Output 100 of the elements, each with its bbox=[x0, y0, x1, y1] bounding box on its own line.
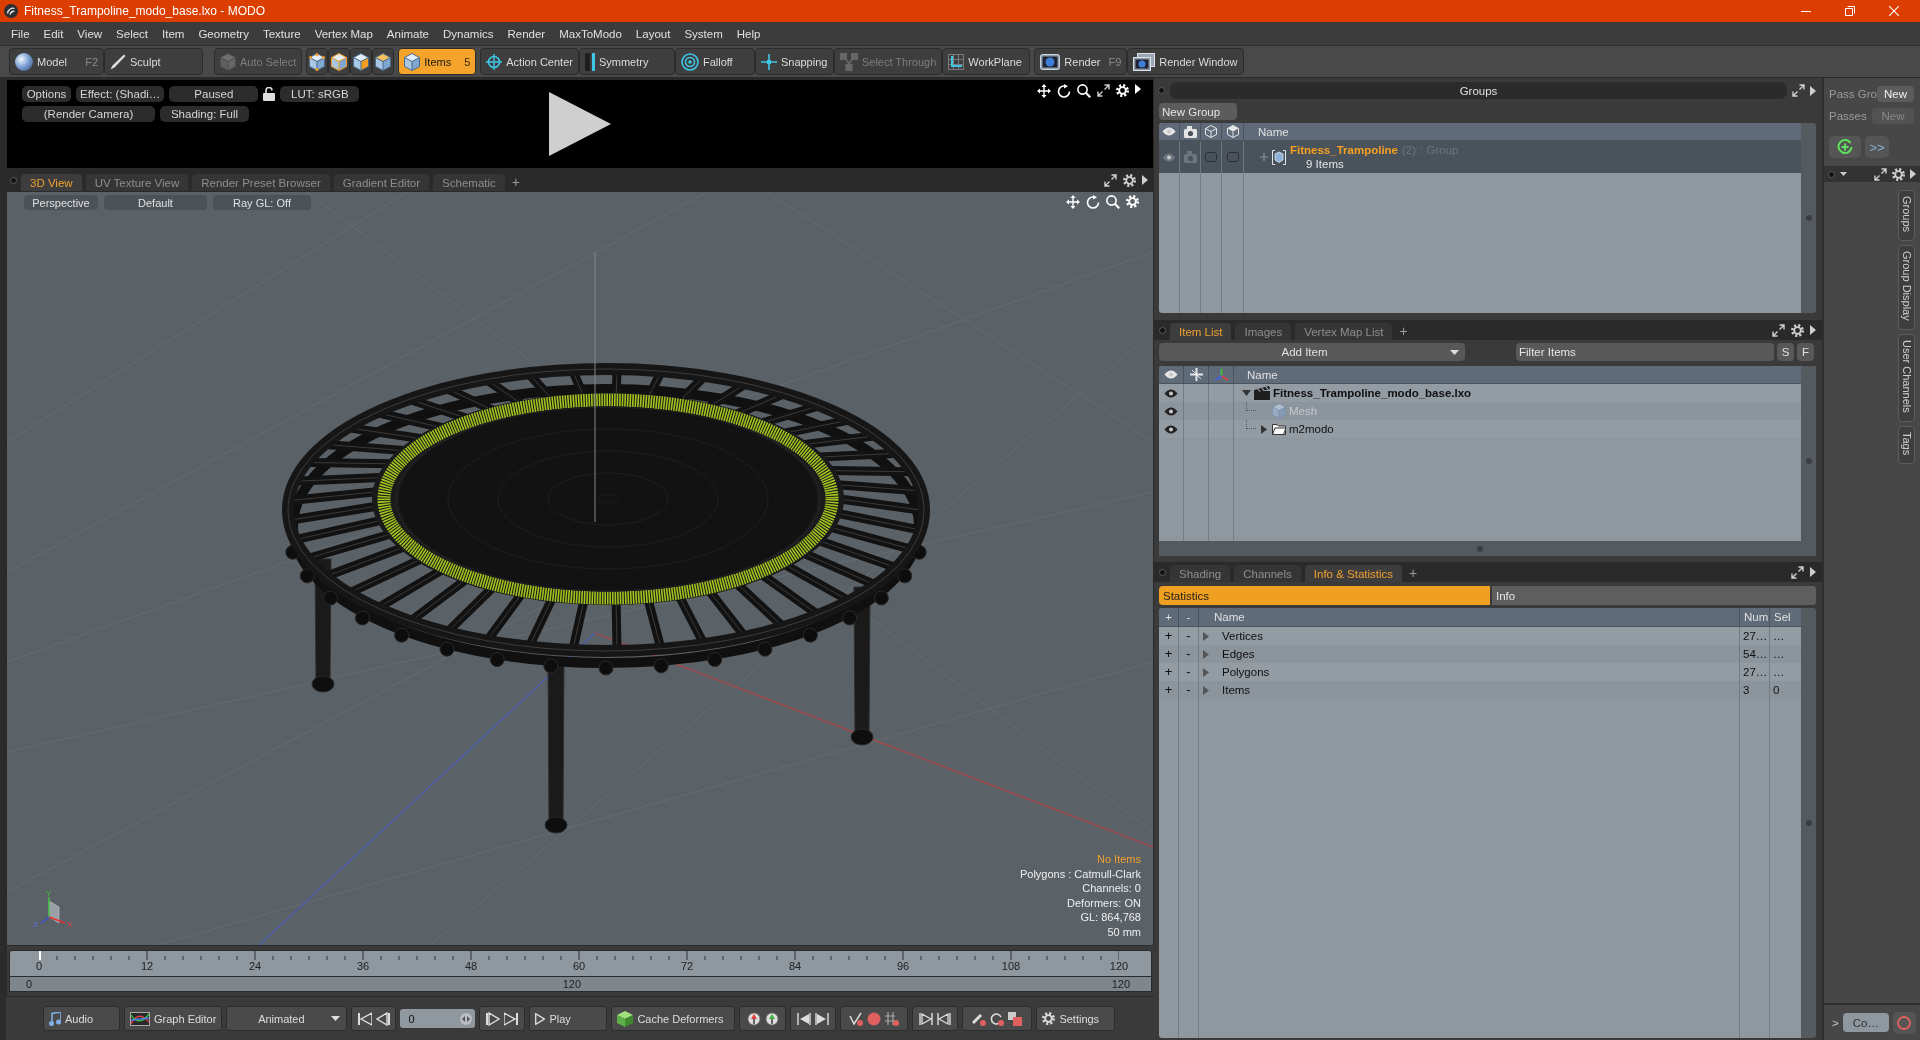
menu-item[interactable]: System bbox=[677, 27, 730, 40]
add-tab-button[interactable]: + bbox=[1406, 565, 1421, 582]
panel-tab[interactable]: Images bbox=[1235, 323, 1292, 340]
preview-button[interactable]: LUT: sRGB bbox=[280, 86, 360, 102]
column-header[interactable] bbox=[1159, 123, 1180, 141]
record-button[interactable] bbox=[1892, 1011, 1916, 1034]
restore-icon[interactable] bbox=[1845, 6, 1855, 16]
menu-item[interactable]: Geometry bbox=[191, 27, 256, 40]
dropdown-caret-icon[interactable] bbox=[1840, 172, 1847, 176]
toolbar-button[interactable]: Snapping bbox=[754, 48, 834, 75]
maximize-icon[interactable] bbox=[1792, 84, 1805, 97]
panel-tab[interactable]: Vertex Map List bbox=[1295, 323, 1393, 340]
column-header[interactable] bbox=[1222, 123, 1244, 141]
viewport-button[interactable]: Perspective bbox=[24, 195, 98, 210]
panel-dot-icon[interactable] bbox=[1159, 326, 1166, 334]
settings-button[interactable]: Settings bbox=[1036, 1006, 1116, 1031]
play-button[interactable]: Play bbox=[529, 1006, 608, 1031]
menu-item[interactable]: File bbox=[4, 27, 37, 40]
move-icon[interactable] bbox=[1066, 195, 1080, 209]
zoom-icon[interactable] bbox=[1077, 84, 1091, 98]
add-button[interactable]: + bbox=[1164, 646, 1173, 662]
panel-dot-icon[interactable] bbox=[1828, 170, 1835, 178]
menu-item[interactable]: View bbox=[70, 27, 110, 40]
panel-dot-icon[interactable] bbox=[10, 176, 17, 184]
preview-button[interactable]: Shading: Full bbox=[160, 106, 249, 122]
scroll-thumb[interactable] bbox=[1805, 215, 1812, 221]
column-header[interactable]: Name bbox=[1244, 123, 1801, 141]
menu-item[interactable]: MaxToModo bbox=[552, 27, 629, 40]
preview-button[interactable]: Paused bbox=[169, 86, 259, 102]
scrollbar[interactable] bbox=[1801, 608, 1816, 1038]
menu-item[interactable]: Layout bbox=[628, 27, 678, 40]
preview-button[interactable]: Effect: (Shadi… bbox=[76, 86, 165, 102]
spinner-icon[interactable] bbox=[460, 1012, 473, 1025]
filter-toggle-button[interactable]: S bbox=[1777, 343, 1794, 361]
caret-icon[interactable] bbox=[1810, 85, 1816, 96]
selection-mode-button[interactable] bbox=[350, 48, 373, 75]
add-button[interactable]: + bbox=[1164, 628, 1173, 644]
timeline-track[interactable] bbox=[39, 951, 1119, 960]
tree-row[interactable]: Fitness_Trampoline_modo_base.lxo bbox=[1159, 384, 1801, 402]
close-icon[interactable] bbox=[1889, 6, 1899, 16]
statistics-row[interactable]: + - Vertices 27… … bbox=[1159, 627, 1801, 645]
column-header[interactable] bbox=[1159, 366, 1184, 384]
toolbar-button[interactable]: Render F9 bbox=[1034, 48, 1128, 75]
panel-tab[interactable]: 3D View bbox=[21, 174, 82, 191]
caret-icon[interactable] bbox=[1910, 169, 1916, 179]
maximize-icon[interactable] bbox=[1097, 84, 1110, 97]
padlock-icon[interactable] bbox=[263, 87, 276, 101]
toolbar-button[interactable]: Falloff bbox=[674, 48, 755, 75]
maximize-icon[interactable] bbox=[1791, 565, 1804, 579]
toolbar-button[interactable]: Action Center bbox=[480, 48, 579, 75]
loop-icon[interactable] bbox=[990, 1011, 1005, 1026]
panel-tab[interactable]: Schematic bbox=[433, 174, 505, 191]
panel-tab[interactable]: Item List bbox=[1170, 323, 1232, 340]
toolbar-button[interactable]: Symmetry bbox=[578, 48, 675, 75]
panel-tab[interactable]: Gradient Editor bbox=[333, 174, 430, 191]
caret-icon[interactable] bbox=[1810, 325, 1816, 335]
add-tab-button[interactable]: + bbox=[508, 174, 523, 191]
add-pass-button[interactable] bbox=[1829, 136, 1861, 158]
add-tab-button[interactable]: + bbox=[1396, 323, 1411, 340]
preview-button[interactable]: (Render Camera) bbox=[22, 106, 155, 122]
remove-button[interactable]: - bbox=[1186, 646, 1191, 662]
audio-button[interactable]: Audio bbox=[43, 1006, 120, 1031]
settings-icon[interactable] bbox=[1042, 1012, 1056, 1025]
pencil-key-icon[interactable] bbox=[972, 1011, 987, 1026]
menu-item[interactable]: Vertex Map bbox=[307, 27, 380, 40]
bracket-left-icon[interactable] bbox=[919, 1011, 934, 1026]
range-bar[interactable]: 0 120 120 bbox=[9, 977, 1152, 992]
add-button[interactable]: + bbox=[1164, 682, 1173, 698]
caret-icon[interactable] bbox=[1142, 175, 1148, 185]
scrollbar[interactable] bbox=[1159, 541, 1801, 556]
move-icon[interactable] bbox=[1037, 84, 1051, 98]
menu-item[interactable]: Item bbox=[155, 27, 192, 40]
toolbar-button[interactable]: WorkPlane bbox=[942, 48, 1031, 75]
selection-mode-button[interactable] bbox=[328, 48, 351, 75]
dropdown-caret-icon[interactable] bbox=[331, 1016, 341, 1021]
sub-tab[interactable]: Statistics bbox=[1159, 586, 1492, 605]
next-key-icon[interactable] bbox=[815, 1011, 830, 1026]
toolbar-button[interactable]: Model F2 bbox=[9, 48, 104, 75]
new-group-button[interactable]: New Group bbox=[1159, 103, 1237, 120]
scrollbar[interactable] bbox=[1801, 366, 1816, 556]
toolbar-button[interactable]: Render Window bbox=[1127, 48, 1244, 75]
menu-item[interactable]: Help bbox=[729, 27, 768, 40]
panel-tab[interactable]: Channels bbox=[1234, 565, 1301, 582]
camera-icon[interactable] bbox=[1183, 125, 1197, 138]
column-header[interactable] bbox=[1184, 366, 1209, 384]
maximize-icon[interactable] bbox=[1874, 167, 1887, 181]
caret-icon[interactable] bbox=[1810, 567, 1816, 577]
column-header[interactable] bbox=[1180, 123, 1201, 141]
maximize-icon[interactable] bbox=[1104, 173, 1117, 187]
column-header[interactable] bbox=[1201, 123, 1222, 141]
graph-editor-button[interactable]: Graph Editor bbox=[124, 1006, 223, 1031]
settings-icon[interactable] bbox=[1123, 173, 1136, 187]
mode-dropdown[interactable]: Animated bbox=[226, 1006, 348, 1031]
side-tab[interactable]: User Channels bbox=[1898, 333, 1915, 422]
add-button[interactable]: + bbox=[1164, 664, 1173, 680]
key-grid-icon[interactable] bbox=[885, 1011, 900, 1026]
viewport-button[interactable]: Ray GL: Off bbox=[213, 195, 311, 210]
filter-toggle-button[interactable]: F bbox=[1797, 343, 1814, 361]
menu-item[interactable]: Dynamics bbox=[436, 27, 501, 40]
side-tab[interactable]: Group Display bbox=[1898, 245, 1915, 330]
